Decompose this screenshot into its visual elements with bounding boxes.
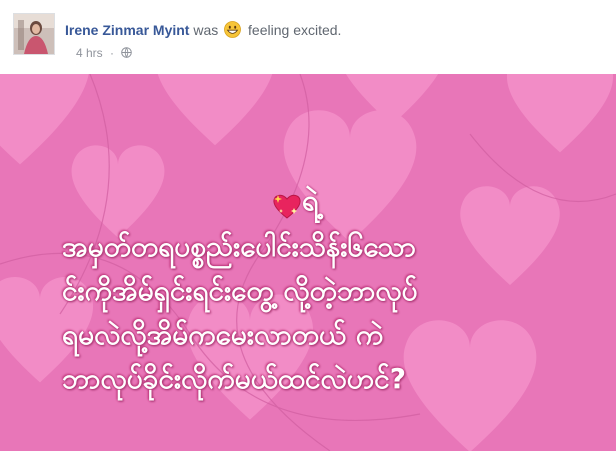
feeling-text: feeling excited. bbox=[248, 22, 342, 38]
grinning-face-icon bbox=[224, 21, 242, 38]
author-avatar[interactable] bbox=[13, 13, 55, 55]
feed-post: Irene Zinmar Myint was feeling excited. … bbox=[0, 0, 616, 451]
post-image[interactable]: ရဲ့ အမှတ်တရပစ္စည်းပေါင်းသိန်း၆သော င်းကို… bbox=[0, 74, 616, 451]
caption-line-4: ဘာလုပ်ခိုင်းလိုက်မယ်ထင်လဲဟင်? bbox=[62, 362, 406, 395]
was-text: was bbox=[193, 22, 219, 38]
caption-line-2: င်းကိုအိမ်ရှင်းရင်းတွေ့ လို့တဲ့ဘာလုပ် bbox=[62, 274, 418, 307]
post-headline: Irene Zinmar Myint was feeling excited. bbox=[65, 21, 341, 38]
post-meta: 4 hrs · bbox=[76, 46, 133, 60]
post-header: Irene Zinmar Myint was feeling excited. … bbox=[0, 0, 616, 74]
caption-line-3: ရမလဲလို့အိမ်ကမေးလာတယ် ကဲ bbox=[62, 318, 384, 351]
image-caption: ရဲ့ အမှတ်တရပစ္စည်းပေါင်းသိန်း၆သော င်းကို… bbox=[0, 74, 616, 451]
caption-line-1: အမှတ်တရပစ္စည်းပေါင်းသိန်း၆သော bbox=[62, 230, 416, 263]
caption-lead: ရဲ့ bbox=[302, 183, 319, 217]
meta-separator: · bbox=[110, 46, 115, 60]
author-name-link[interactable]: Irene Zinmar Myint bbox=[65, 22, 189, 38]
post-timestamp[interactable]: 4 hrs bbox=[76, 46, 103, 60]
globe-icon[interactable] bbox=[121, 47, 133, 59]
